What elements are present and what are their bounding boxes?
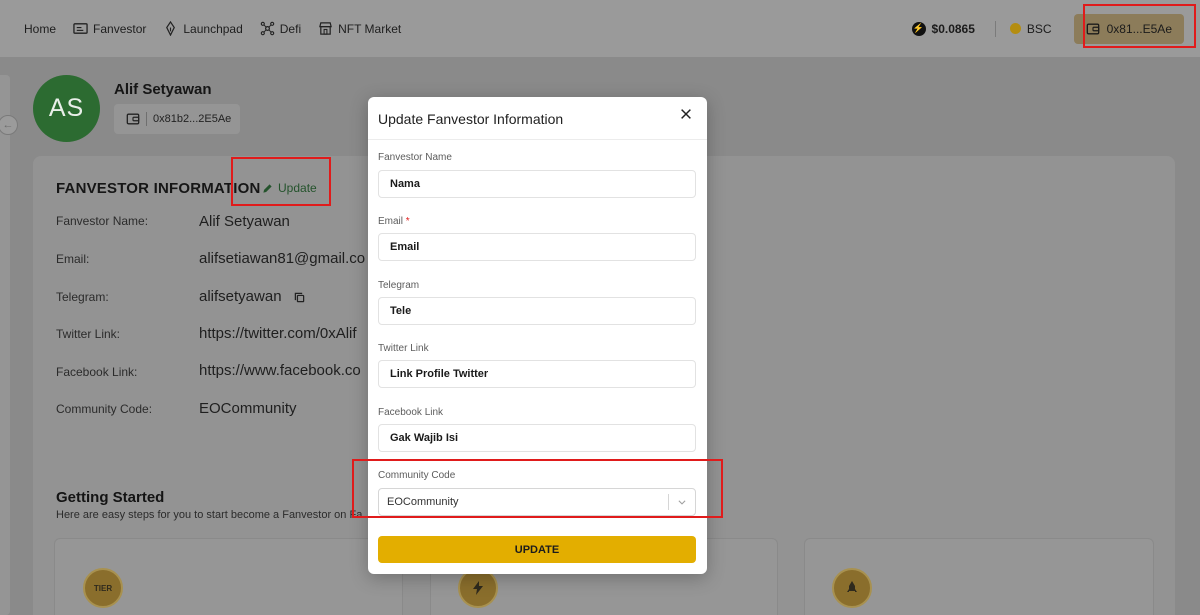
lightning-badge-icon (458, 568, 498, 608)
bsc-coin-icon (1009, 23, 1021, 34)
tier-badge-icon: TIER (83, 568, 123, 608)
getting-started-title: Getting Started (56, 489, 165, 506)
update-info-link[interactable]: Update (262, 181, 317, 195)
label-community-code-field: Community Code (378, 470, 456, 481)
lightning-icon (473, 581, 483, 595)
step-card-rocket[interactable] (804, 538, 1154, 615)
profile-wallet-address: 0x81b2...2E5Ae (153, 113, 232, 125)
network-icon (260, 21, 275, 36)
chevron-down-svg (678, 500, 686, 505)
value-telegram-text: alifsetyawan (199, 288, 282, 305)
nav-defi[interactable]: Defi (260, 21, 301, 36)
update-submit-button[interactable]: UPDATE (378, 536, 696, 563)
rocket-icon (166, 21, 176, 36)
nav-launchpad-label: Launchpad (183, 21, 243, 36)
rocket-icon (847, 581, 857, 592)
label-telegram: Telegram: (56, 290, 109, 304)
wallet-address: 0x81...E5Ae (1106, 21, 1172, 36)
chain-selector[interactable]: BSC (1009, 21, 1052, 36)
nav-home-label: Home (24, 21, 57, 36)
sidebar-collapsed (0, 75, 10, 615)
pencil-icon (263, 183, 272, 193)
label-facebook-field: Facebook Link (378, 407, 444, 418)
close-icon[interactable] (679, 107, 693, 121)
copy-icon[interactable] (294, 292, 305, 303)
profile-name: Alif Setyawan (114, 81, 212, 98)
value-twitter-link: https://twitter.com/0xAlif (199, 325, 357, 342)
sidebar-toggle-arrow-icon[interactable]: ← (0, 115, 18, 135)
telegram-input[interactable] (378, 297, 696, 325)
nav-launchpad[interactable]: Launchpad (163, 21, 243, 36)
value-community-code: EOCommunity (199, 400, 297, 417)
token-price-value: $0.0865 (931, 21, 975, 36)
required-marker: * (405, 216, 410, 227)
nav-nft-market-label: NFT Market (338, 21, 402, 36)
community-code-value: EOCommunity (387, 496, 459, 508)
wallet-button[interactable]: 0x81...E5Ae (1073, 13, 1184, 44)
chevron-down-icon[interactable] (669, 497, 695, 507)
label-twitter-link: Twitter Link: (56, 327, 121, 341)
value-email: alifsetiawan81@gmail.co (199, 250, 366, 267)
email-input[interactable] (378, 233, 696, 261)
nav-home[interactable]: Home (24, 22, 56, 36)
label-facebook-link: Facebook Link: (56, 365, 138, 379)
update-info-label: Update (278, 181, 317, 195)
getting-started-subtitle: Here are easy steps for you to start bec… (56, 509, 363, 521)
wallet-icon (126, 113, 140, 125)
value-facebook-link: https://www.facebook.co (199, 362, 361, 379)
step-card-tier[interactable]: TIER (54, 538, 403, 615)
label-email-field: Email * (378, 216, 410, 227)
nav-right: ⚡ $0.0865 BSC 0x81...E5Ae (911, 0, 1200, 57)
label-community-code: Community Code: (56, 402, 153, 416)
top-nav: Home Fanvestor Launchpad Defi NFT Market… (0, 0, 1200, 57)
value-telegram: alifsetyawan (199, 288, 305, 305)
wallet-icon (1086, 23, 1099, 34)
rocket-badge-icon (832, 568, 872, 608)
avatar: AS (33, 75, 100, 142)
label-telegram-field: Telegram (378, 280, 420, 291)
value-fanvestor-name: Alif Setyawan (199, 213, 290, 230)
store-icon (319, 22, 333, 35)
bolt-icon: ⚡ (911, 21, 926, 36)
update-fanvestor-modal: Update Fanvestor Information Fanvestor N… (368, 97, 707, 574)
chain-label: BSC (1026, 21, 1052, 36)
token-price: ⚡ $0.0865 (911, 21, 975, 36)
nav-divider (994, 20, 996, 37)
chip-divider (146, 112, 147, 126)
modal-title: Update Fanvestor Information (378, 111, 564, 127)
facebook-link-input[interactable] (378, 424, 696, 452)
id-card-icon (73, 23, 88, 34)
section-title: FANVESTOR INFORMATION (56, 180, 261, 197)
nav-fanvestor-label: Fanvestor (93, 21, 147, 36)
nav-defi-label: Defi (279, 21, 302, 36)
label-email: Email: (56, 252, 90, 266)
modal-header: Update Fanvestor Information (368, 97, 707, 140)
nav-nft-market[interactable]: NFT Market (318, 21, 401, 36)
label-fanvestor-name-field: Fanvestor Name (378, 152, 452, 163)
label-twitter-field: Twitter Link (378, 343, 429, 354)
nav-fanvestor[interactable]: Fanvestor (73, 21, 146, 36)
label-fanvestor-name: Fanvestor Name: (56, 214, 149, 228)
profile-wallet-chip[interactable]: 0x81b2...2E5Ae (114, 104, 240, 134)
community-code-select[interactable]: EOCommunity (378, 488, 696, 516)
label-email-text: Email (378, 216, 404, 227)
twitter-link-input[interactable] (378, 360, 696, 388)
fanvestor-name-input[interactable] (378, 170, 696, 198)
